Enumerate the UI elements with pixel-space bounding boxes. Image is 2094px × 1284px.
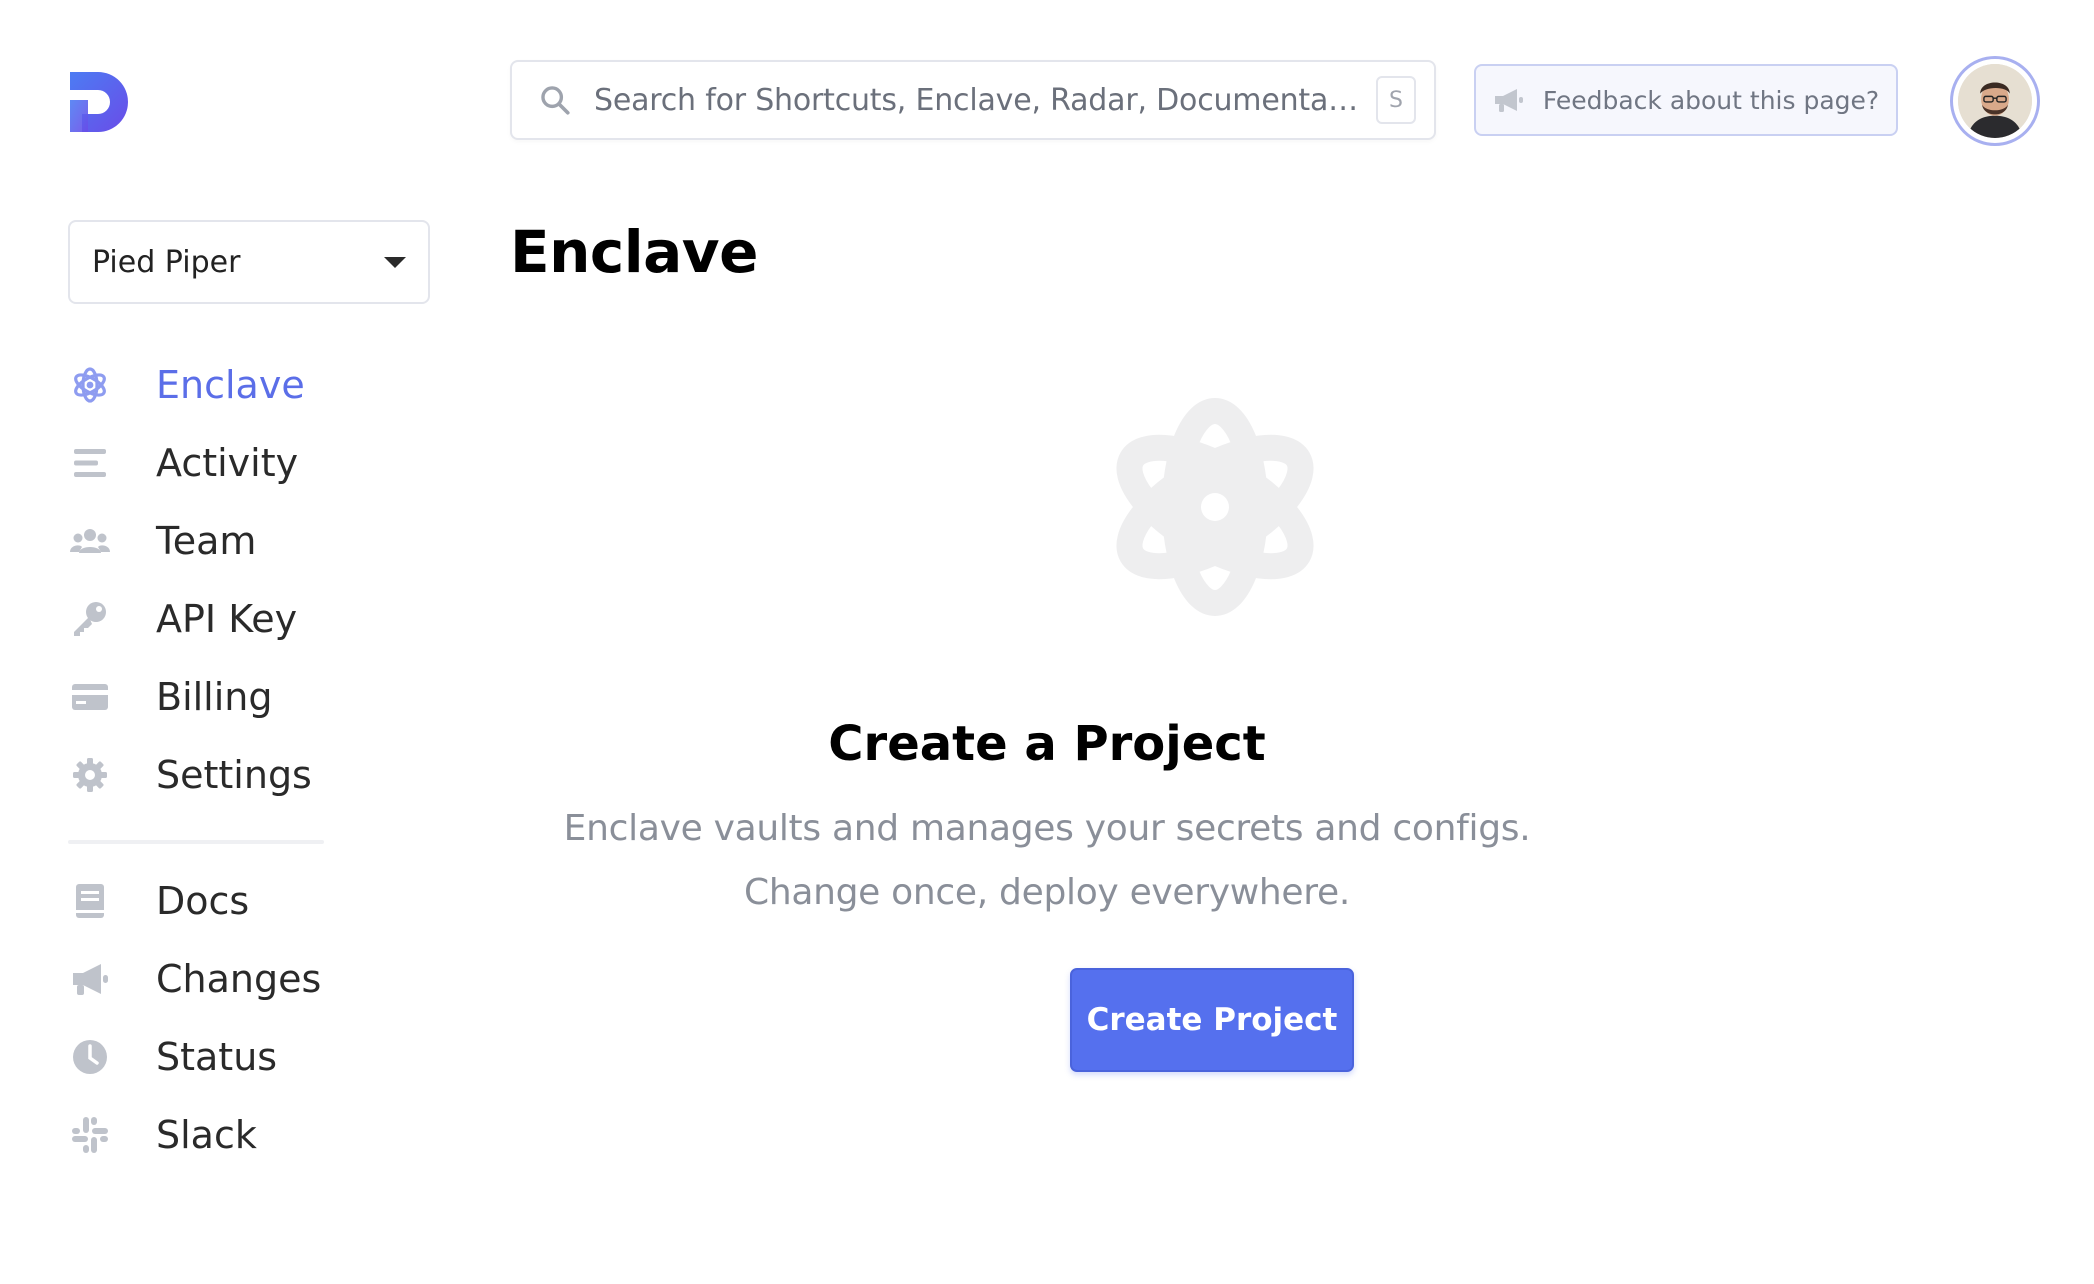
sidebar-item-label: Slack: [156, 1113, 257, 1157]
app-root: S Feedback about this page? Pied Pi: [0, 0, 2094, 1284]
sidebar-item-status[interactable]: Status: [68, 1018, 321, 1096]
search-shortcut-key: S: [1376, 76, 1416, 124]
page-title: Enclave: [510, 218, 758, 286]
empty-state-description-2: Change once, deploy everywhere.: [744, 872, 1350, 913]
logo-icon: [70, 72, 128, 132]
avatar-image: [1958, 64, 2032, 138]
sidebar-item-label: Team: [156, 519, 257, 563]
slack-icon: [68, 1113, 112, 1157]
activity-icon: [68, 441, 112, 485]
sidebar-item-label: Activity: [156, 441, 299, 485]
empty-state-description-1: Enclave vaults and manages your secrets …: [563, 808, 1531, 849]
sidebar-item-label: Changes: [156, 957, 322, 1001]
sidebar-item-label: Status: [156, 1035, 278, 1079]
create-project-button[interactable]: Create Project: [1070, 968, 1354, 1072]
sidebar-item-label: Enclave: [156, 363, 305, 407]
key-icon: [68, 597, 112, 641]
sidebar-item-activity[interactable]: Activity: [68, 424, 312, 502]
sidebar-item-slack[interactable]: Slack: [68, 1096, 321, 1174]
atom-icon: [68, 363, 112, 407]
doppler-logo[interactable]: [66, 70, 130, 134]
sidebar-item-changes[interactable]: Changes: [68, 940, 321, 1018]
workspace-name: Pied Piper: [92, 244, 241, 280]
sidebar-item-api-key[interactable]: API Key: [68, 580, 312, 658]
team-icon: [68, 519, 112, 563]
user-avatar[interactable]: [1950, 56, 2040, 146]
clock-icon: [68, 1035, 112, 1079]
search-input[interactable]: [594, 82, 1366, 118]
search-bar[interactable]: S: [510, 60, 1436, 140]
search-icon: [541, 86, 570, 115]
feedback-label: Feedback about this page?: [1542, 85, 1880, 115]
sidebar-item-enclave[interactable]: Enclave: [68, 346, 312, 424]
atom-icon: [1110, 392, 1320, 622]
megaphone-icon: [68, 957, 112, 1001]
sidebar-item-label: Billing: [156, 675, 273, 719]
caret-down-icon: [384, 256, 406, 268]
empty-state-title: Create a Project: [828, 716, 1266, 772]
megaphone-icon: [1494, 89, 1523, 112]
credit-card-icon: [68, 675, 112, 719]
feedback-button[interactable]: Feedback about this page?: [1474, 64, 1898, 136]
sidebar-item-label: API Key: [156, 597, 298, 641]
workspace-select[interactable]: Pied Piper: [68, 220, 430, 304]
sidebar-item-team[interactable]: Team: [68, 502, 312, 580]
